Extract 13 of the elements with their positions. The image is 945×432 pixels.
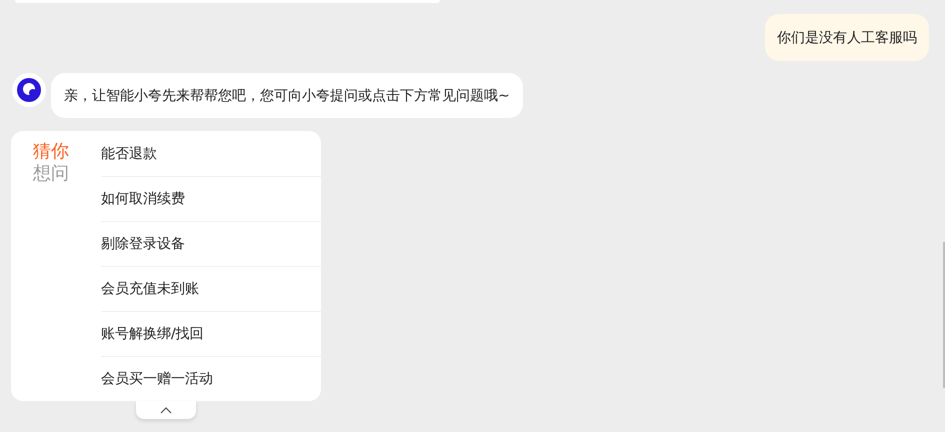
faq-item[interactable]: 如何取消续费 xyxy=(101,176,321,221)
collapse-button[interactable] xyxy=(136,401,196,419)
faq-item[interactable]: 剔除登录设备 xyxy=(101,221,321,266)
faq-item[interactable]: 账号解换绑/找回 xyxy=(101,311,321,356)
logo-icon xyxy=(17,78,41,102)
scrollbar-thumb[interactable] xyxy=(943,242,945,388)
faq-title: 猜你 xyxy=(33,141,70,163)
faq-item[interactable]: 会员充值未到账 xyxy=(101,266,321,311)
bot-message: 亲，让智能小夸先来帮帮您吧，您可向小夸提问或点击下方常见问题哦~ xyxy=(51,73,523,118)
faq-title: 想问 xyxy=(33,163,70,185)
faq-item[interactable]: 能否退款 xyxy=(101,131,321,176)
chevron-up-icon xyxy=(160,406,172,414)
user-message: 你们是没有人工客服吗 xyxy=(765,14,929,61)
